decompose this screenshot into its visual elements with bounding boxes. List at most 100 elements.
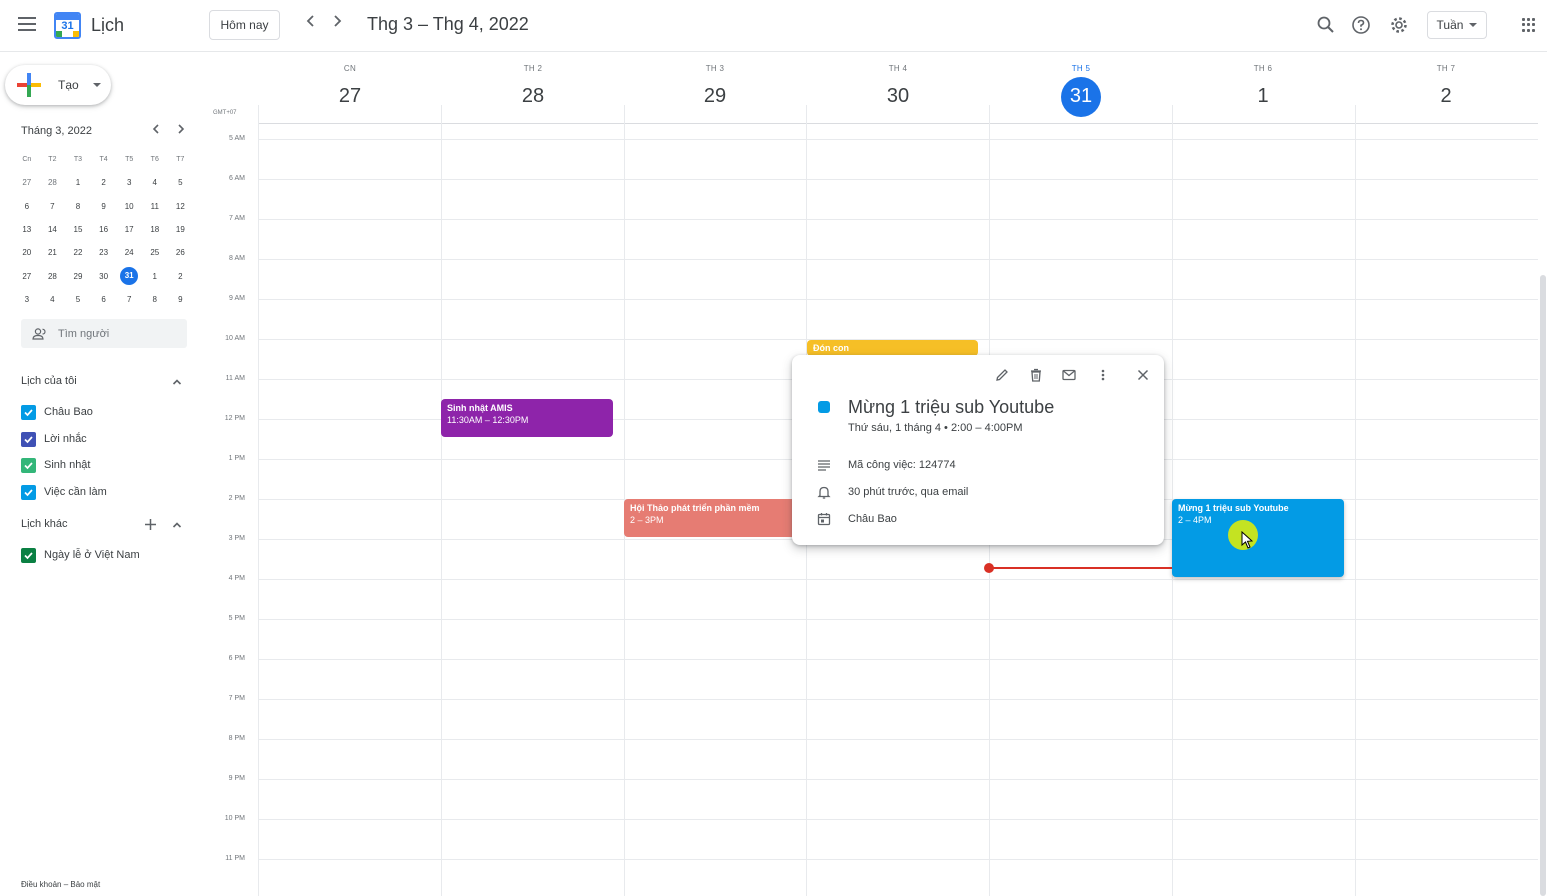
mini-day[interactable]: 22 (65, 248, 91, 257)
mini-day[interactable]: 3 (14, 295, 40, 304)
mini-day[interactable]: 27 (14, 272, 40, 281)
today-button[interactable]: Hôm nay (209, 10, 280, 40)
mini-day[interactable]: 23 (91, 248, 117, 257)
calendar-item-reminders[interactable]: Lời nhắc (21, 431, 87, 447)
mini-day[interactable]: 6 (91, 295, 117, 304)
day-number[interactable]: 1 (1243, 77, 1283, 117)
day-number[interactable]: 30 (878, 77, 918, 117)
day-header-sat[interactable]: TH 7 2 (1406, 64, 1486, 117)
mini-day[interactable]: 21 (40, 248, 66, 257)
next-week-button[interactable] (328, 14, 346, 36)
checkbox-checked-icon[interactable] (21, 404, 36, 420)
mini-day[interactable]: 8 (142, 295, 168, 304)
mini-day[interactable]: 4 (40, 295, 66, 304)
calendar-logo-icon[interactable]: 31 (54, 12, 81, 39)
checkbox-checked-icon[interactable] (21, 431, 36, 447)
day-header-sun[interactable]: CN 27 (310, 64, 390, 117)
day-number[interactable]: 28 (513, 77, 553, 117)
calendar-item-tasks[interactable]: Việc cần làm (21, 484, 107, 500)
event-don-con[interactable]: Đón con (807, 340, 978, 356)
mini-day[interactable]: 2 (168, 272, 194, 281)
mini-day[interactable]: 8 (65, 202, 91, 211)
mini-weekday: T7 (176, 156, 185, 164)
mini-day[interactable]: 1 (65, 178, 91, 187)
email-guests-button[interactable] (1061, 367, 1077, 383)
calendar-item-chau-bao[interactable]: Châu Bao (21, 404, 93, 420)
grid-scrollbar[interactable] (1540, 275, 1546, 896)
mini-day[interactable]: 25 (142, 248, 168, 257)
more-options-button[interactable] (1095, 367, 1111, 383)
popup-event-datetime: Thứ sáu, 1 tháng 4 • 2:00 – 4:00PM (848, 422, 1023, 434)
mini-day[interactable]: 9 (91, 202, 117, 211)
mini-day[interactable]: 5 (65, 295, 91, 304)
search-button[interactable] (1316, 15, 1336, 35)
bell-icon (817, 486, 831, 499)
mini-day[interactable]: 17 (116, 225, 142, 234)
other-calendars-title[interactable]: Lịch khác (21, 518, 67, 530)
event-mung-1-trieu-sub[interactable]: Mừng 1 triệu sub Youtube 2 – 4PM (1172, 499, 1344, 577)
mini-day[interactable]: 14 (40, 225, 66, 234)
calendar-item-vn-holidays[interactable]: Ngày lễ ở Việt Nam (21, 547, 140, 563)
mini-day[interactable]: 9 (168, 295, 194, 304)
mini-day[interactable]: 6 (14, 202, 40, 211)
terms-privacy-link[interactable]: Điều khoản – Bảo mật (21, 880, 100, 889)
mini-day[interactable]: 10 (116, 202, 142, 211)
mini-day[interactable]: 16 (91, 225, 117, 234)
mini-day[interactable]: 26 (168, 248, 194, 257)
day-header-tue[interactable]: TH 3 29 (675, 64, 755, 117)
mini-day[interactable]: 13 (14, 225, 40, 234)
mini-day[interactable]: 2 (91, 178, 117, 187)
mini-day[interactable]: 28 (40, 178, 66, 187)
calendar-item-birthdays[interactable]: Sinh nhật (21, 457, 90, 473)
help-button[interactable] (1351, 15, 1371, 35)
mini-day-today[interactable]: 31 (116, 267, 142, 286)
day-header-mon[interactable]: TH 2 28 (493, 64, 573, 117)
view-switcher-button[interactable]: Tuần (1427, 11, 1487, 39)
main-menu-icon[interactable] (18, 17, 36, 31)
edit-event-button[interactable] (994, 367, 1010, 383)
mini-day[interactable]: 11 (142, 202, 168, 211)
mini-prev-month-button[interactable] (150, 123, 162, 138)
prev-week-button[interactable] (302, 14, 320, 36)
mini-day[interactable]: 29 (65, 272, 91, 281)
mini-day[interactable]: 18 (142, 225, 168, 234)
apps-grid-icon[interactable] (1522, 18, 1536, 32)
mini-day[interactable]: 28 (40, 272, 66, 281)
close-popup-button[interactable] (1135, 367, 1151, 383)
create-button[interactable]: Tạo (5, 65, 111, 105)
checkbox-checked-icon[interactable] (21, 484, 36, 500)
mini-day[interactable]: 15 (65, 225, 91, 234)
delete-event-button[interactable] (1028, 367, 1044, 383)
mini-day[interactable]: 19 (168, 225, 194, 234)
checkbox-checked-icon[interactable] (21, 457, 36, 473)
day-header-wed[interactable]: TH 4 30 (858, 64, 938, 117)
mini-day[interactable]: 27 (14, 178, 40, 187)
checkbox-checked-icon[interactable] (21, 547, 36, 563)
add-calendar-button[interactable] (144, 518, 157, 534)
search-people-input[interactable]: Tìm người (21, 319, 187, 348)
day-header-thu-today[interactable]: TH 5 31 (1041, 64, 1121, 117)
day-header-fri[interactable]: TH 6 1 (1223, 64, 1303, 117)
chevron-up-icon[interactable] (172, 377, 182, 387)
chevron-up-icon[interactable] (172, 520, 182, 530)
event-hoi-thao[interactable]: Hội Thảo phát triển phần mềm 2 – 3PM (624, 499, 796, 537)
app-title[interactable]: Lịch (91, 15, 124, 36)
my-calendars-title[interactable]: Lịch của tôi (21, 375, 77, 387)
event-sinh-nhat-amis[interactable]: Sinh nhật AMIS 11:30AM – 12:30PM (441, 399, 613, 437)
settings-button[interactable] (1389, 15, 1409, 35)
day-number[interactable]: 29 (695, 77, 735, 117)
mini-day[interactable]: 12 (168, 202, 194, 211)
mini-day[interactable]: 24 (116, 248, 142, 257)
mini-day[interactable]: 3 (116, 178, 142, 187)
mini-day[interactable]: 7 (116, 295, 142, 304)
mini-day[interactable]: 7 (40, 202, 66, 211)
mini-day[interactable]: 30 (91, 272, 117, 281)
day-number-today[interactable]: 31 (1061, 77, 1101, 117)
mini-next-month-button[interactable] (175, 123, 187, 138)
day-number[interactable]: 2 (1426, 77, 1466, 117)
mini-day[interactable]: 1 (142, 272, 168, 281)
mini-day[interactable]: 20 (14, 248, 40, 257)
day-number[interactable]: 27 (330, 77, 370, 117)
mini-day[interactable]: 4 (142, 178, 168, 187)
mini-day[interactable]: 5 (168, 178, 194, 187)
